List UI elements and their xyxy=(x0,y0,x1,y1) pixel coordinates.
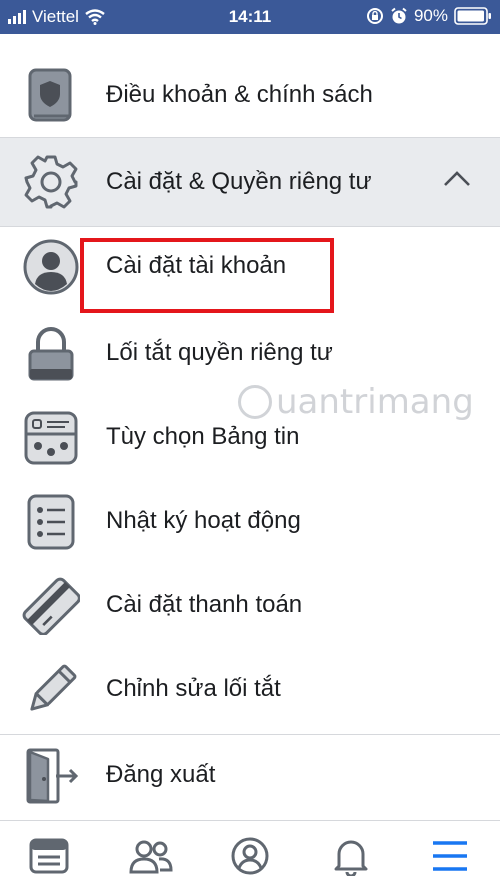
alarm-icon xyxy=(391,7,407,24)
tab-notifications[interactable] xyxy=(326,831,376,881)
bottom-tab-bar xyxy=(0,820,500,889)
policy-book-icon xyxy=(22,67,80,125)
menu-item-edit-shortcuts[interactable]: Chỉnh sửa lối tắt xyxy=(0,650,500,730)
profile-icon xyxy=(231,837,269,875)
activity-log-icon xyxy=(22,493,80,551)
menu-item-label: Tùy chọn Bảng tin xyxy=(106,423,300,450)
news-feed-icon xyxy=(29,838,69,874)
menu-item-label: Đăng xuất xyxy=(106,761,216,788)
battery-icon xyxy=(454,7,491,25)
divider xyxy=(0,734,500,735)
gear-icon xyxy=(22,153,80,211)
watermark: uantrimang xyxy=(238,382,474,422)
news-feed-preferences-icon xyxy=(22,409,80,467)
highlight-box xyxy=(80,238,334,313)
status-right: 90% xyxy=(366,6,492,26)
battery-percent: 90% xyxy=(413,6,448,25)
menu-item-label: Cài đặt & Quyền riêng tư xyxy=(106,168,372,195)
tab-news-feed[interactable] xyxy=(24,831,74,881)
menu-item-label: Chỉnh sửa lối tắt xyxy=(106,675,281,702)
status-bar: Viettel 14:11 90% xyxy=(0,0,500,34)
menu-item-label: Cài đặt thanh toán xyxy=(106,591,303,618)
lock-icon xyxy=(22,325,80,383)
menu-item-label: Nhật ký hoạt động xyxy=(106,507,301,534)
menu-item-label: Lối tắt quyền riêng tư xyxy=(106,339,333,366)
account-avatar-icon xyxy=(22,238,80,296)
menu-item-payment-settings[interactable]: Cài đặt thanh toán xyxy=(0,566,500,646)
menu-hamburger-icon xyxy=(433,841,467,871)
tab-profile[interactable] xyxy=(225,831,275,881)
logout-door-icon xyxy=(22,747,80,805)
tab-friends[interactable] xyxy=(126,831,176,881)
menu-item-terms-policies[interactable]: Điều khoản & chính sách xyxy=(0,56,500,136)
pencil-icon xyxy=(22,661,80,719)
orientation-lock-icon xyxy=(366,8,383,24)
menu-item-log-out[interactable]: Đăng xuất xyxy=(0,736,500,816)
friends-icon xyxy=(129,840,173,874)
menu-section-settings-privacy[interactable]: Cài đặt & Quyền riêng tư xyxy=(0,138,500,226)
notifications-bell-icon xyxy=(334,840,368,876)
credit-card-icon xyxy=(22,577,80,635)
menu-item-label: Điều khoản & chính sách xyxy=(106,81,373,108)
watermark-text: uantrimang xyxy=(276,382,474,422)
menu-item-activity-log[interactable]: Nhật ký hoạt động xyxy=(0,482,500,562)
chevron-up-icon[interactable] xyxy=(442,170,472,188)
tab-menu[interactable] xyxy=(425,831,475,881)
watermark-logo-icon xyxy=(238,385,272,419)
